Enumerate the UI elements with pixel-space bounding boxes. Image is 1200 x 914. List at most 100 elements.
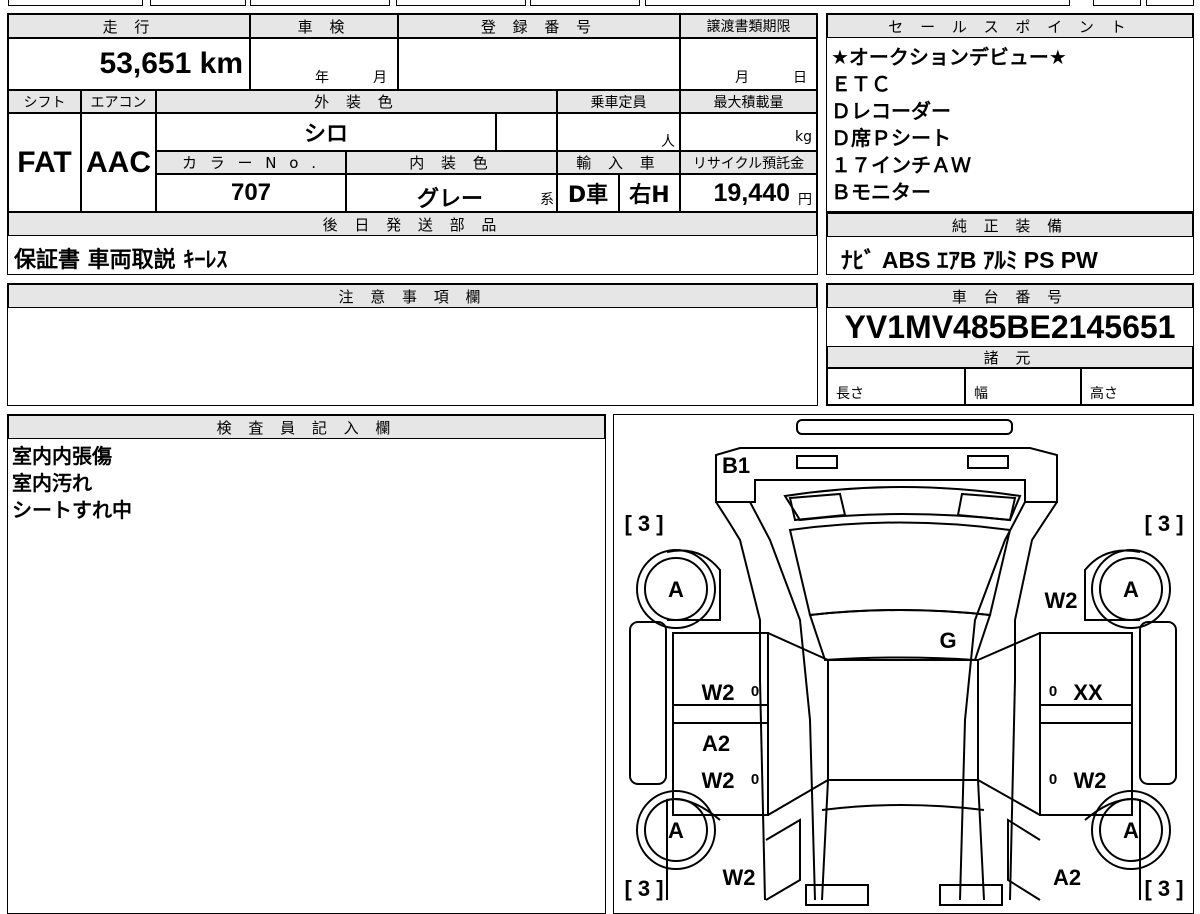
ac-header: エアコン bbox=[81, 90, 156, 113]
left-fender-grade: W2 bbox=[722, 865, 755, 890]
registration-header: 登 録 番 号 bbox=[398, 14, 680, 38]
chassis-box: 車 台 番 号 YV1MV485BE2145651 諸 元 長さ 幅 高さ bbox=[826, 283, 1194, 406]
right-front-door-zero: 0 bbox=[1048, 771, 1056, 788]
notes-header: 注 意 事 項 欄 bbox=[8, 284, 817, 308]
spec-header: 諸 元 bbox=[827, 346, 1193, 368]
import-drive-value: D車 bbox=[557, 174, 619, 212]
rear-lamp-right bbox=[966, 454, 1009, 469]
genuine-equipment-box: 純 正 装 備 ﾅﾋﾞ ABS ｴｱB ｱﾙﾐ PS PW bbox=[826, 212, 1194, 275]
genuine-equipment-value: ﾅﾋﾞ ABS ｴｱB ｱﾙﾐ PS PW bbox=[841, 247, 1098, 273]
roof-rear bbox=[808, 608, 991, 661]
width-label: 幅 bbox=[974, 386, 988, 402]
capacity-header: 乗車定員 bbox=[557, 90, 680, 113]
left-rear-door bbox=[671, 631, 769, 724]
bracket-bottom-left: [ 3 ] bbox=[624, 876, 663, 901]
wheel-rear-right-grade: A bbox=[1123, 577, 1139, 602]
mileage-header: 走 行 bbox=[8, 14, 250, 38]
interior-color-suffix: 系 bbox=[540, 192, 554, 208]
sales-point-item: ★オークションデビュー★ bbox=[831, 45, 1067, 69]
front-part-right bbox=[938, 883, 1003, 906]
sales-point-item: Ｄレコーダー bbox=[831, 99, 951, 123]
notes-box: 注 意 事 項 欄 bbox=[7, 283, 818, 406]
color-no-header: カ ラ ー N o . bbox=[156, 151, 346, 174]
recycle-deposit-header: リサイクル預託金 bbox=[680, 151, 817, 174]
height-cell: 高さ bbox=[1081, 368, 1193, 405]
inspector-note: シートすれ中 bbox=[12, 498, 132, 522]
sales-point-item: １７インチＡＷ bbox=[831, 153, 971, 177]
shift-value: FAT bbox=[8, 113, 81, 212]
ac-value: AAC bbox=[81, 113, 156, 212]
wheel-front-left-grade: A bbox=[668, 818, 684, 843]
right-front-door-grade: W2 bbox=[1073, 768, 1106, 793]
right-rear-door-grade: XX bbox=[1073, 680, 1103, 705]
import-handle-value: 右H bbox=[619, 174, 680, 212]
chassis-number: YV1MV485BE2145651 bbox=[844, 308, 1176, 345]
interior-color-header: 内 装 色 bbox=[346, 151, 557, 174]
bracket-bottom-right: [ 3 ] bbox=[1144, 876, 1183, 901]
vehicle-info-table: 走 行 車 検 登 録 番 号 譲渡書類期限 53,651 km 年 月 月 日… bbox=[7, 13, 818, 275]
inspection-cell: 年 月 bbox=[250, 38, 398, 90]
inspection-year-label: 年 bbox=[315, 70, 329, 86]
later-parts-header: 後 日 発 送 部 品 bbox=[8, 212, 817, 236]
rear-right-quarter-grade: W2 bbox=[1044, 588, 1077, 613]
left-rear-door-grade: W2 bbox=[701, 680, 734, 705]
left-front-door-grade-1: A2 bbox=[701, 731, 729, 756]
capacity-unit: 人 bbox=[661, 134, 675, 150]
left-rear-door-zero: 0 bbox=[750, 683, 758, 700]
rear-glass-right-part bbox=[956, 492, 1016, 521]
transfer-day-label: 日 bbox=[793, 70, 807, 86]
inspector-note: 室内内張傷 bbox=[12, 444, 112, 468]
import-header: 輸 入 車 bbox=[557, 151, 680, 174]
transfer-month-label: 月 bbox=[735, 70, 749, 86]
rear-label: B1 bbox=[721, 453, 749, 478]
max-load-cell: kg bbox=[680, 113, 817, 151]
sales-points-list: ★オークションデビュー★ ＥＴＣ Ｄレコーダー Ｄ席Ｐシート １７インチＡＷ Ｂ… bbox=[831, 44, 1067, 206]
right-fender-grade: A2 bbox=[1052, 865, 1080, 890]
registration-cell bbox=[398, 38, 680, 90]
exterior-color-header: 外 装 色 bbox=[156, 90, 557, 113]
recycle-deposit-cell: 19,440 円 bbox=[680, 174, 817, 212]
wheel-front-right-grade: A bbox=[1123, 818, 1139, 843]
bracket-top-left: [ 3 ] bbox=[624, 511, 663, 536]
inspection-month-label: 月 bbox=[373, 70, 387, 86]
sales-point-item: Ｂモニター bbox=[831, 180, 931, 204]
rear-lamp-left bbox=[795, 454, 838, 469]
recycle-deposit-unit: 円 bbox=[798, 192, 812, 208]
mileage-cell: 53,651 km bbox=[8, 38, 250, 90]
inspector-notes: 室内内張傷 室内汚れ シートすれ中 bbox=[12, 443, 132, 524]
height-label: 高さ bbox=[1090, 386, 1118, 402]
exterior-color-value: シロ bbox=[156, 113, 496, 151]
chassis-header: 車 台 番 号 bbox=[827, 284, 1193, 308]
exterior-color-extra bbox=[496, 113, 557, 151]
later-parts-value: 保証書 車両取説 ｷｰﾚｽ bbox=[14, 248, 228, 273]
length-label: 長さ bbox=[836, 386, 864, 402]
wheel-rear-left-grade: A bbox=[668, 577, 684, 602]
width-cell: 幅 bbox=[965, 368, 1081, 405]
recycle-deposit-value: 19,440 bbox=[713, 179, 790, 207]
inspection-header: 車 検 bbox=[250, 14, 398, 38]
interior-color-value: グレー bbox=[417, 187, 484, 212]
transfer-deadline-header: 譲渡書類期限 bbox=[680, 14, 817, 38]
rear-spoiler bbox=[782, 485, 1021, 521]
right-rear-door bbox=[1038, 631, 1133, 724]
shift-header: シフト bbox=[8, 90, 81, 113]
sales-point-item: Ｄ席Ｐシート bbox=[831, 126, 951, 150]
left-front-door-grade-2: W2 bbox=[701, 768, 734, 793]
color-no-value: 707 bbox=[156, 174, 346, 212]
sales-point-item: ＥＴＣ bbox=[831, 72, 891, 96]
right-sill bbox=[1138, 620, 1177, 785]
max-load-header: 最大積載量 bbox=[680, 90, 817, 113]
max-load-unit: kg bbox=[795, 129, 812, 145]
inspector-note: 室内汚れ bbox=[12, 471, 92, 495]
car-diagram-box: B1 [ 3 ] [ 3 ] [ 3 ] [ 3 ] A A A A W2 G … bbox=[613, 414, 1194, 914]
sales-points-header: セ ー ル ス ポ イ ン ト bbox=[827, 14, 1193, 38]
inspector-box: 検 査 員 記 入 欄 室内内張傷 室内汚れ シートすれ中 bbox=[7, 414, 606, 914]
top-cut-strip bbox=[0, 0, 1200, 10]
inspector-header: 検 査 員 記 入 欄 bbox=[8, 415, 605, 439]
right-rear-door-zero: 0 bbox=[1048, 683, 1056, 700]
roof bbox=[826, 658, 979, 781]
genuine-equipment-header: 純 正 装 備 bbox=[827, 213, 1193, 237]
sales-points-box: セ ー ル ス ポ イ ン ト ★オークションデビュー★ ＥＴＣ Ｄレコーダー … bbox=[826, 13, 1194, 212]
capacity-cell: 人 bbox=[557, 113, 680, 151]
car-diagram: B1 [ 3 ] [ 3 ] [ 3 ] [ 3 ] A A A A W2 G … bbox=[624, 418, 1183, 906]
